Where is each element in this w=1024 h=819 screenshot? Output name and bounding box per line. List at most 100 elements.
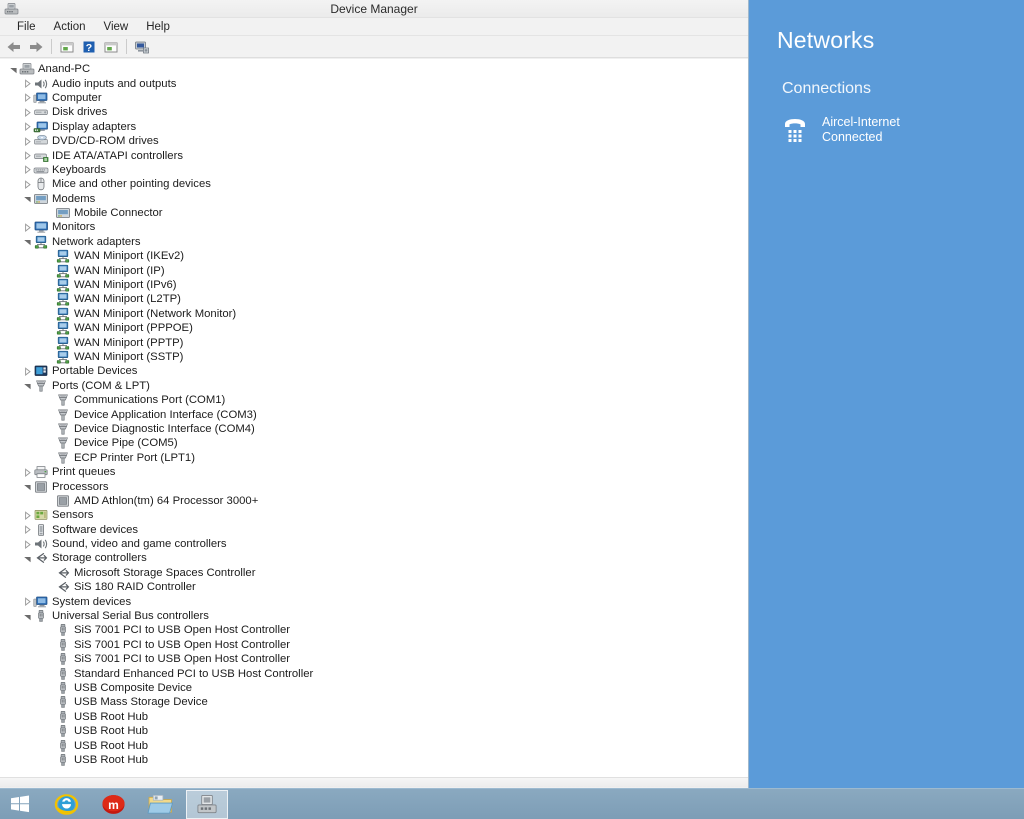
expand-arrow-icon[interactable] [22,134,33,148]
expand-arrow-icon[interactable] [22,177,33,191]
tree-node[interactable]: Modems [0,192,748,206]
help-button[interactable]: ? [79,37,99,57]
forward-button[interactable] [26,37,46,57]
tree-node[interactable]: USB Root Hub [0,753,748,767]
scan-hardware-changes-button[interactable] [132,37,152,57]
tree-node[interactable]: WAN Miniport (IP) [0,263,748,278]
tree-node[interactable]: SiS 7001 PCI to USB Open Host Controller [0,652,748,666]
taskbar-internet-explorer[interactable] [45,790,87,819]
tree-node[interactable]: Software devices [0,523,748,537]
start-button[interactable] [0,789,40,819]
tree-node[interactable]: Ports (COM & LPT) [0,379,748,393]
tree-node-label: Keyboards [52,163,107,176]
tree-node-label: WAN Miniport (PPTP) [74,336,184,349]
tree-node[interactable]: Storage controllers [0,551,748,565]
tree-node[interactable]: Microsoft Storage Spaces Controller [0,566,748,580]
tree-node-label: Software devices [52,523,139,536]
menu-file[interactable]: File [8,18,45,36]
taskbar-file-explorer[interactable] [139,790,181,819]
tree-node[interactable]: USB Composite Device [0,681,748,695]
menu-help[interactable]: Help [137,18,179,36]
tree-node[interactable]: Portable Devices [0,364,748,378]
taskbar-maxthon[interactable]: m [92,790,134,819]
expand-arrow-icon[interactable] [22,220,33,234]
expand-arrow-icon[interactable] [22,105,33,119]
tree-node[interactable]: WAN Miniport (IKEv2) [0,249,748,263]
tree-node[interactable]: WAN Miniport (IPv6) [0,278,748,292]
tree-node[interactable]: Universal Serial Bus controllers [0,609,748,623]
expand-arrow-icon[interactable] [22,364,33,378]
network-connection-item[interactable]: Aircel-Internet Connected [782,115,1012,151]
tree-node[interactable]: IDE ATA/ATAPI controllers [0,148,748,162]
tree-node[interactable]: USB Mass Storage Device [0,695,748,709]
collapse-arrow-icon[interactable] [22,480,33,494]
tree-node[interactable]: SiS 7001 PCI to USB Open Host Controller [0,623,748,637]
tree-node[interactable]: WAN Miniport (Network Monitor) [0,307,748,321]
tree-node[interactable]: Device Pipe (COM5) [0,436,748,450]
tree-node[interactable]: WAN Miniport (PPTP) [0,335,748,350]
tree-node[interactable]: Communications Port (COM1) [0,393,748,407]
taskbar-device-manager[interactable] [186,789,228,819]
tree-node[interactable]: Monitors [0,220,748,234]
show-hidden-devices-button[interactable] [57,37,77,57]
expand-arrow-icon[interactable] [22,595,33,609]
tree-node[interactable]: AMD Athlon(tm) 64 Processor 3000+ [0,494,748,508]
device-tree-pane[interactable]: Anand-PC Audio inputs and outputs Computer… [0,59,748,777]
tree-node[interactable]: WAN Miniport (PPPOE) [0,321,748,335]
collapse-arrow-icon[interactable] [8,62,19,76]
tree-node[interactable]: USB Root Hub [0,738,748,752]
tree-node[interactable]: WAN Miniport (SSTP) [0,350,748,364]
expand-arrow-icon[interactable] [22,120,33,134]
expand-arrow-icon[interactable] [22,77,33,91]
tree-node[interactable]: Keyboards [0,163,748,177]
tree-node[interactable]: Device Diagnostic Interface (COM4) [0,422,748,436]
expand-arrow-icon[interactable] [22,163,33,177]
tree-node[interactable]: Mice and other pointing devices [0,177,748,191]
tree-node-label: SiS 7001 PCI to USB Open Host Controller [74,624,290,637]
tree-node[interactable]: Network adapters [0,235,748,249]
tree-node[interactable]: USB Root Hub [0,710,748,724]
tree-node[interactable]: System devices [0,594,748,608]
tree-node[interactable]: ECP Printer Port (LPT1) [0,451,748,465]
menu-action[interactable]: Action [45,18,95,36]
dialup-phone-icon [782,117,808,145]
tree-node[interactable]: USB Root Hub [0,724,748,738]
tree-node[interactable]: SiS 7001 PCI to USB Open Host Controller [0,638,748,652]
usb-icon [55,681,71,695]
tree-node[interactable]: Disk drives [0,105,748,119]
tree-node[interactable]: Computer [0,91,748,105]
collapse-arrow-icon[interactable] [22,192,33,206]
tree-node[interactable]: Sensors [0,508,748,522]
tree-node[interactable]: Mobile Connector [0,206,748,220]
tree-node-label: USB Root Hub [74,710,149,723]
tree-node[interactable]: DVD/CD-ROM drives [0,134,748,148]
tree-node[interactable]: Sound, video and game controllers [0,537,748,551]
tree-node[interactable]: Audio inputs and outputs [0,76,748,90]
tree-node[interactable]: SiS 180 RAID Controller [0,580,748,594]
expand-arrow-icon[interactable] [22,465,33,479]
window-title: Device Manager [330,2,418,16]
collapse-arrow-icon[interactable] [22,235,33,249]
collapse-arrow-icon[interactable] [22,609,33,623]
properties-button[interactable] [101,37,121,57]
expand-arrow-icon[interactable] [22,149,33,163]
tree-node[interactable]: Anand-PC [0,62,748,76]
tree-node[interactable]: WAN Miniport (L2TP) [0,292,748,306]
tree-node[interactable]: Standard Enhanced PCI to USB Host Contro… [0,666,748,680]
modem-icon [55,206,71,220]
expand-arrow-icon[interactable] [22,537,33,551]
tree-node[interactable]: Processors [0,479,748,493]
tree-node[interactable]: Display adapters [0,120,748,134]
menu-view[interactable]: View [95,18,138,36]
expand-arrow-icon[interactable] [22,523,33,537]
networks-flyout-panel: Networks Connections Aircel-Internet Con… [748,0,1024,785]
expand-arrow-icon[interactable] [22,508,33,522]
expand-arrow-icon[interactable] [22,91,33,105]
collapse-arrow-icon[interactable] [22,551,33,565]
tree-node[interactable]: Print queues [0,465,748,479]
tree-node[interactable]: Device Application Interface (COM3) [0,407,748,421]
collapse-arrow-icon[interactable] [22,379,33,393]
back-button[interactable] [4,37,24,57]
tree-node-label: Processors [52,480,109,493]
